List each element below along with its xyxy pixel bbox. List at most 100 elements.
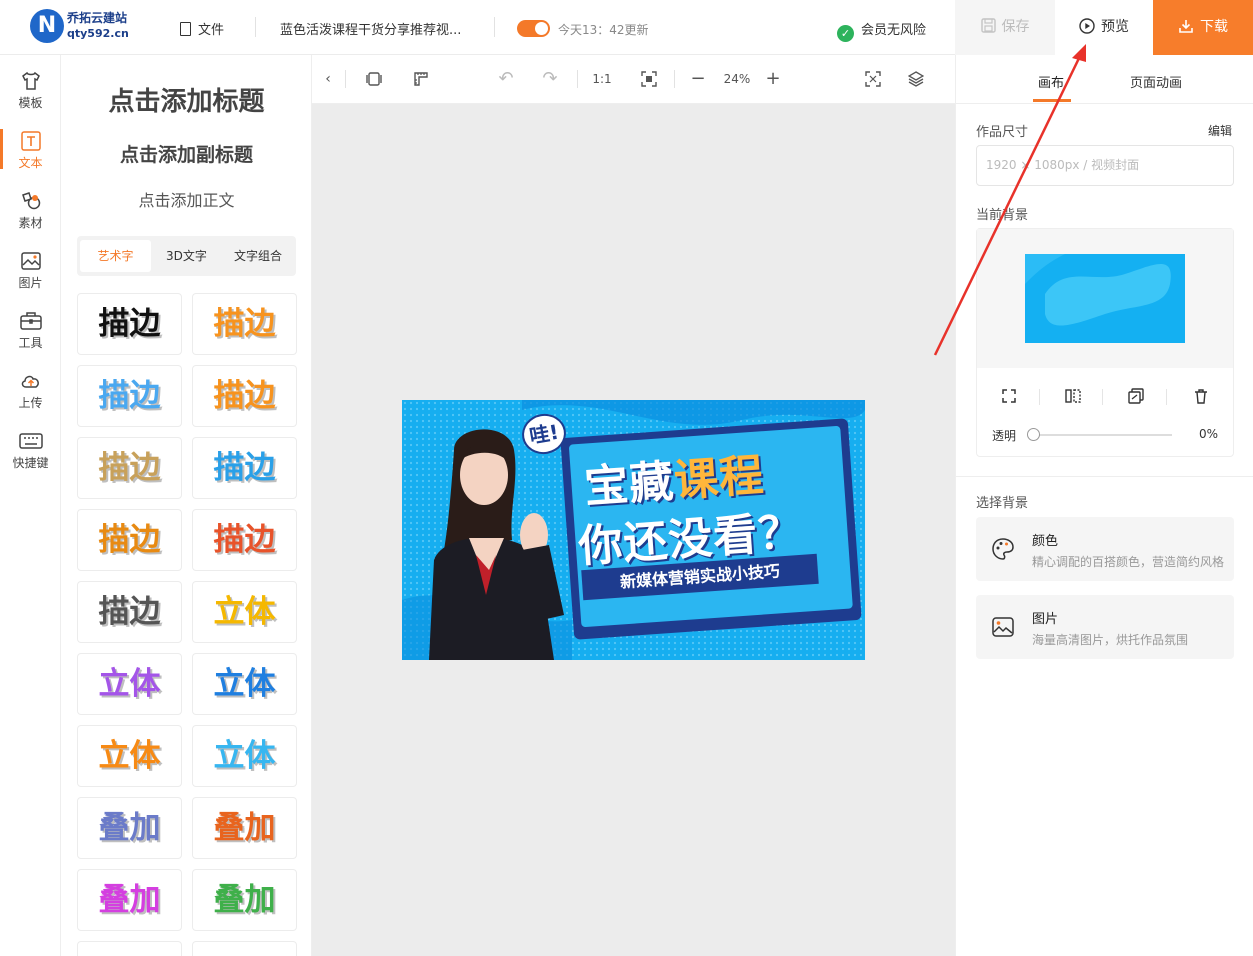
art-text-tile[interactable]: 叠加 — [192, 797, 297, 859]
autosave-toggle[interactable] — [517, 20, 550, 37]
zoom-in-icon[interactable]: + — [763, 69, 783, 89]
design-canvas[interactable]: 哇! 宝藏课程 你还没看？ 新媒体营销实战小技巧 — [402, 400, 865, 660]
download-button[interactable]: 下载 — [1153, 0, 1253, 55]
nav-item-templates[interactable]: 模板 — [0, 61, 61, 117]
divider — [255, 17, 256, 37]
nav-item-tools[interactable]: 工具 — [0, 301, 61, 357]
tab-3d-text[interactable]: 3D文字 — [151, 240, 222, 272]
opacity-value: 0% — [1199, 427, 1219, 441]
palette-icon — [992, 538, 1014, 560]
nav-label: 工具 — [18, 336, 43, 350]
replace-icon[interactable] — [1126, 388, 1146, 408]
canvas-area: ‹ ↶ ↷ 1:1 − 24% + 哇! 宝藏课程 你还没看？ 新媒体营销实战小… — [312, 55, 955, 956]
save-label: 保存 — [1001, 19, 1030, 35]
background-preview[interactable] — [977, 229, 1233, 368]
logo-icon[interactable]: N — [30, 9, 64, 43]
divider — [1102, 389, 1103, 405]
option-description: 海量高清图片，烘托作品氛围 — [1032, 633, 1189, 647]
art-text-tile[interactable]: 叠加 — [77, 797, 182, 859]
nav-item-shortcuts[interactable]: 快捷键 — [0, 421, 61, 477]
keyboard-icon — [18, 433, 43, 449]
opacity-slider-track[interactable] — [1033, 434, 1172, 436]
canvas-toolbar: ‹ ↶ ↷ 1:1 − 24% + — [312, 55, 955, 104]
ruler-icon[interactable] — [411, 69, 431, 89]
art-text-tile[interactable]: 描边 — [77, 293, 182, 355]
file-icon — [180, 22, 191, 36]
option-title: 颜色 — [1032, 534, 1059, 549]
right-panel: 画布 页面动画 作品尺寸 编辑 1920 × 1080px / 视频封面 当前背… — [955, 55, 1253, 956]
art-text-tile[interactable]: 描边 — [77, 581, 182, 643]
expand-icon[interactable] — [999, 388, 1019, 408]
layers-icon[interactable] — [906, 69, 926, 89]
edit-size-link[interactable]: 编辑 — [1208, 122, 1232, 139]
preview-button[interactable]: 预览 — [1055, 0, 1153, 55]
text-panel: 点击添加标题 点击添加副标题 点击添加正文 艺术字 3D文字 文字组合 描边 描边… — [61, 55, 312, 956]
fit-screen-icon[interactable] — [639, 69, 659, 89]
size-label: 作品尺寸 — [976, 125, 1029, 140]
art-text-tile[interactable] — [77, 941, 182, 956]
opacity-slider-handle[interactable] — [1027, 428, 1040, 441]
member-text: 会员无风险 — [861, 23, 927, 38]
image-icon — [20, 252, 41, 270]
trash-icon[interactable] — [1191, 388, 1211, 408]
save-icon — [980, 18, 996, 33]
divider — [956, 103, 1253, 104]
divider — [1039, 389, 1040, 405]
add-subtitle-button[interactable]: 点击添加副标题 — [61, 140, 311, 167]
art-text-tile[interactable]: 立体 — [77, 725, 182, 787]
art-text-tile[interactable]: 描边 — [77, 437, 182, 499]
art-text-tile[interactable]: 立体 — [77, 653, 182, 715]
art-text-tile[interactable]: 立体 — [192, 725, 297, 787]
art-text-tile[interactable]: 立体 — [192, 653, 297, 715]
document-title[interactable]: 蓝色活泼课程干货分享推荐视... — [280, 19, 480, 38]
nav-item-text[interactable]: 文本 — [0, 121, 61, 177]
bg-image-option[interactable]: 图片 海量高清图片，烘托作品氛围 — [976, 595, 1234, 659]
file-menu-button[interactable]: 文件 — [180, 19, 224, 38]
text-icon — [20, 131, 41, 151]
left-nav: 模板 文本 素材 图片 工具 上传 快捷键 — [0, 55, 61, 956]
nav-item-upload[interactable]: 上传 — [0, 361, 61, 417]
undo-icon[interactable]: ↶ — [496, 69, 516, 89]
nav-label: 上传 — [18, 396, 43, 410]
zoom-level[interactable]: 24% — [720, 69, 754, 89]
add-title-button[interactable]: 点击添加标题 — [61, 81, 311, 118]
logo-title: 乔拓云建站 — [67, 11, 128, 25]
tab-art-text[interactable]: 艺术字 — [80, 240, 151, 272]
art-text-tile[interactable] — [192, 941, 297, 956]
actual-size-button[interactable]: 1:1 — [590, 69, 614, 89]
redo-icon[interactable]: ↷ — [540, 69, 560, 89]
page-fit-icon[interactable] — [364, 69, 384, 89]
add-body-button[interactable]: 点击添加正文 — [61, 187, 311, 211]
logo-text[interactable]: 乔拓云建站 qty592.cn — [67, 11, 129, 41]
art-text-tile[interactable]: 描边 — [192, 365, 297, 427]
member-badge[interactable]: ✓ 会员无风险 — [837, 19, 926, 42]
tab-canvas[interactable]: 画布 — [1038, 72, 1064, 91]
tab-page-animation[interactable]: 页面动画 — [1130, 72, 1182, 91]
art-text-tile[interactable]: 描边 — [192, 509, 297, 571]
collapse-panel-icon[interactable]: ‹ — [320, 69, 336, 89]
art-text-tile[interactable]: 描边 — [77, 365, 182, 427]
bg-color-option[interactable]: 颜色 精心调配的百搭颜色，营造简约风格 — [976, 517, 1234, 581]
nav-item-materials[interactable]: 素材 — [0, 181, 61, 237]
zoom-out-icon[interactable]: − — [688, 69, 708, 89]
option-description: 精心调配的百搭颜色，营造简约风格 — [1032, 555, 1225, 569]
nav-label: 快捷键 — [12, 456, 49, 470]
nav-item-images[interactable]: 图片 — [0, 241, 61, 297]
flip-icon[interactable] — [1063, 388, 1083, 408]
size-field[interactable]: 1920 × 1080px / 视频封面 — [976, 145, 1234, 186]
logo-subtitle: qty592.cn — [67, 27, 129, 40]
save-button[interactable]: 保存 — [955, 0, 1055, 55]
art-text-tile[interactable]: 叠加 — [77, 869, 182, 931]
toolbox-icon — [19, 312, 42, 330]
current-bg-label: 当前背景 — [976, 208, 1029, 223]
tab-text-combo[interactable]: 文字组合 — [222, 240, 294, 272]
art-text-tile[interactable]: 描边 — [192, 437, 297, 499]
preview-label: 预览 — [1101, 19, 1129, 35]
divider — [956, 476, 1253, 477]
art-text-tile[interactable]: 描边 — [77, 509, 182, 571]
art-text-tile[interactable]: 描边 — [192, 293, 297, 355]
divider — [577, 70, 578, 88]
art-text-tile[interactable]: 立体 — [192, 581, 297, 643]
fullscreen-icon[interactable] — [863, 69, 883, 89]
art-text-tile[interactable]: 叠加 — [192, 869, 297, 931]
